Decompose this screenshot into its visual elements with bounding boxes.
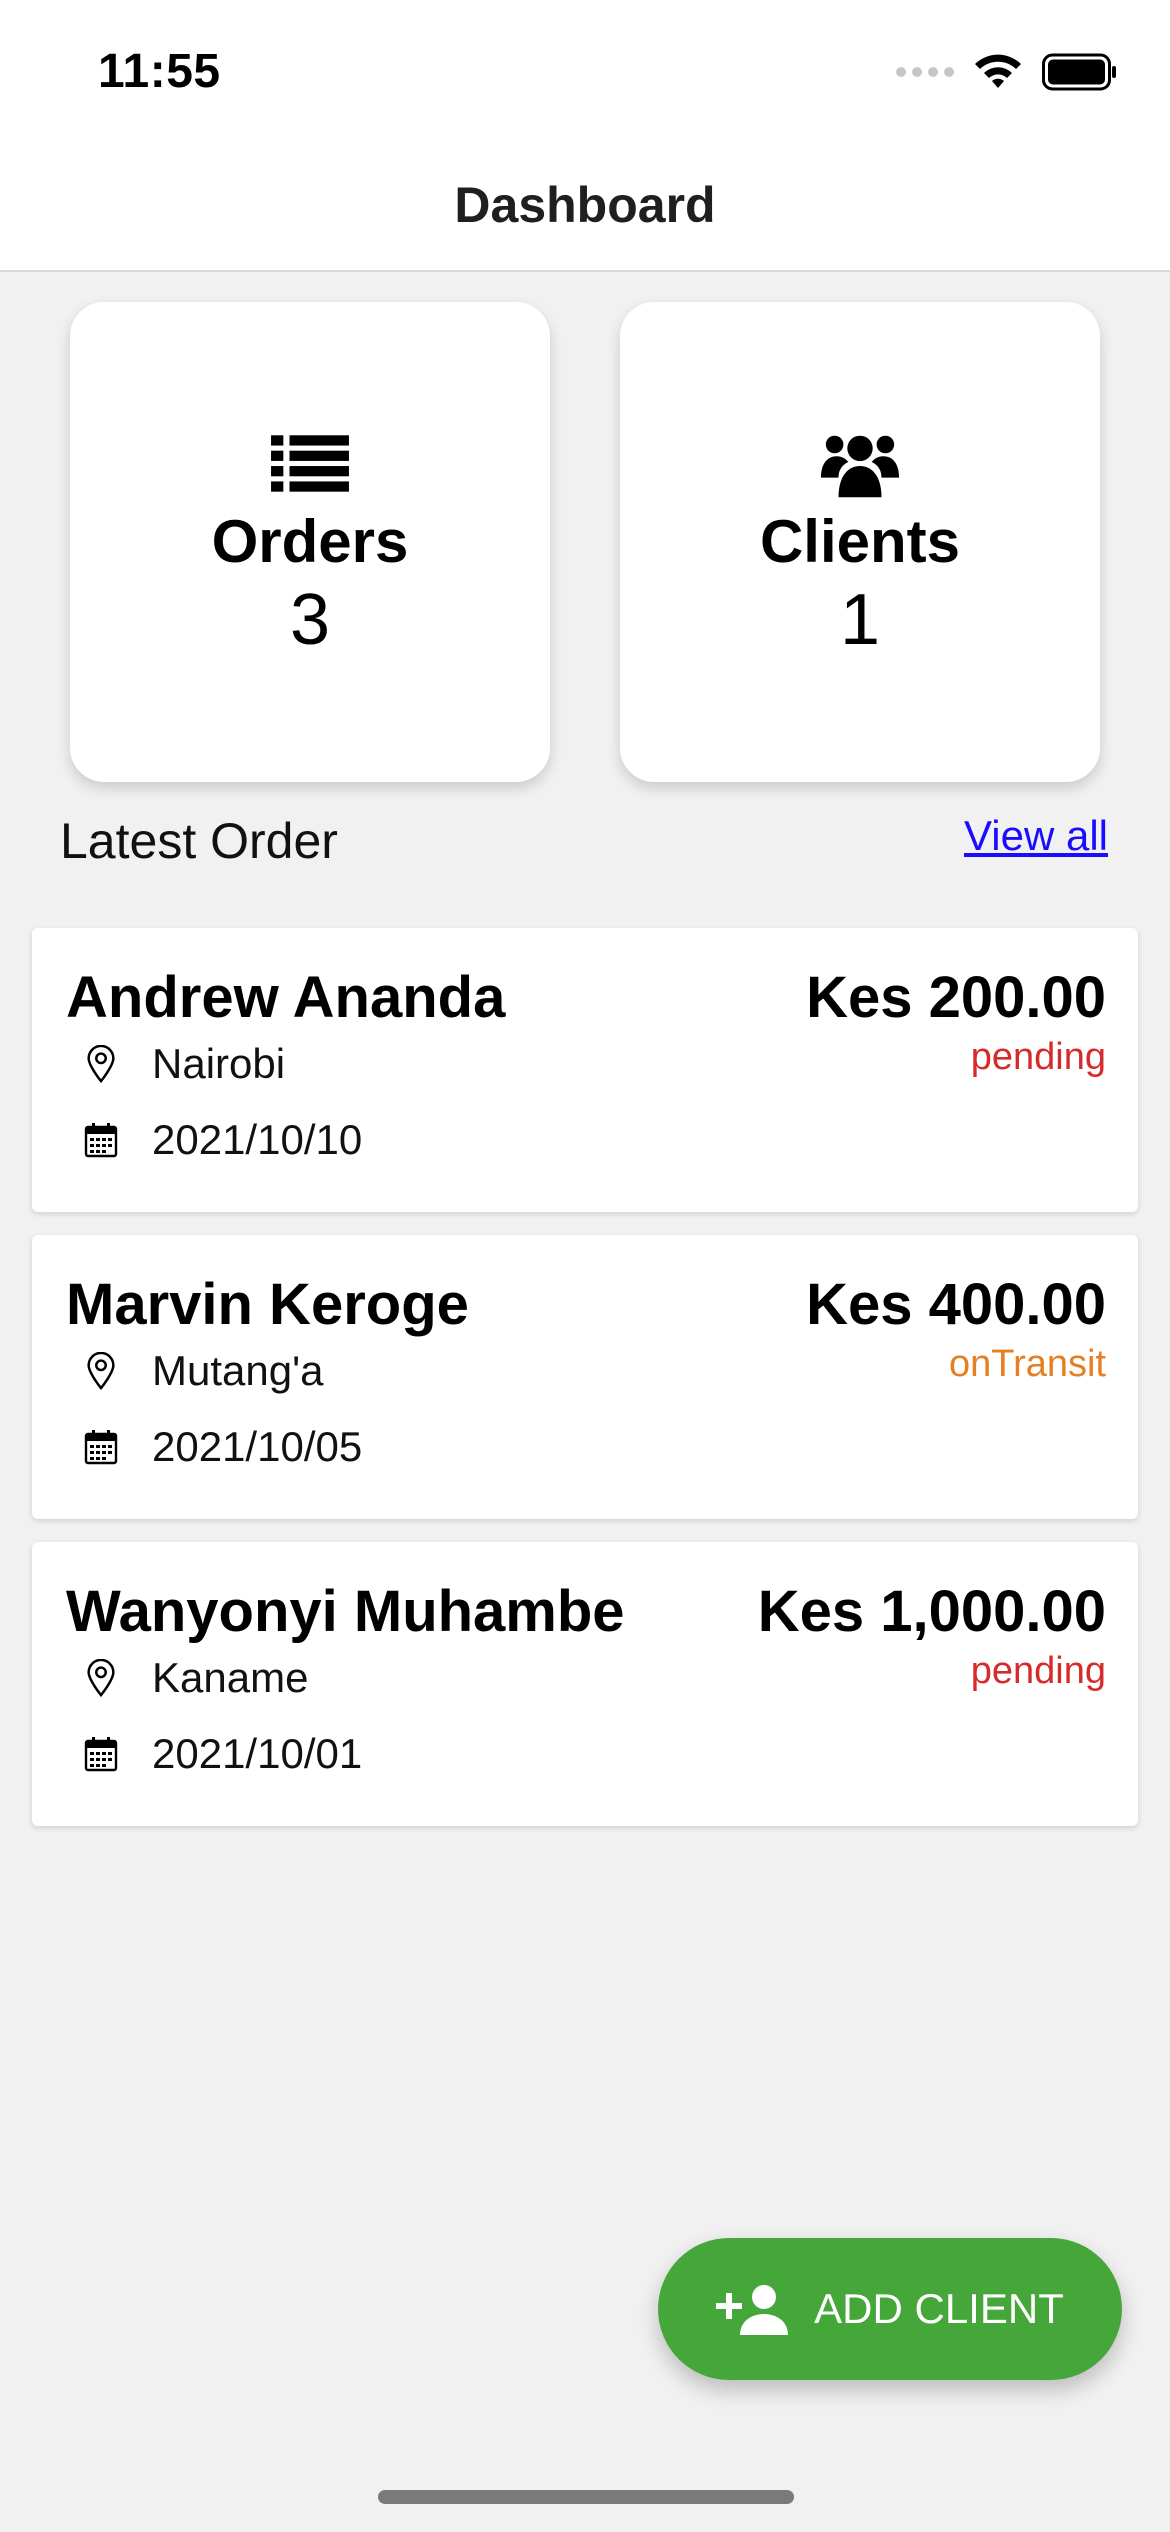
location-pin-icon: [87, 1045, 115, 1083]
page-title: Dashboard: [454, 177, 716, 233]
list-icon: [271, 435, 349, 493]
order-location: Kaname: [152, 1654, 309, 1701]
order-date-row: 2021/10/05: [84, 1423, 362, 1471]
order-location-row: Nairobi: [84, 1040, 285, 1088]
order-amount: Kes 400.00: [806, 1272, 1106, 1337]
add-client-button[interactable]: ADD CLIENT: [658, 2238, 1122, 2380]
order-location: Mutang'a: [152, 1347, 324, 1394]
users-icon: [820, 436, 900, 498]
clients-stat-card[interactable]: Clients 1: [620, 302, 1100, 782]
order-date-row: 2021/10/10: [84, 1116, 362, 1164]
orders-label: Orders: [211, 508, 409, 576]
calendar-icon: [84, 1737, 118, 1772]
order-date: 2021/10/05: [152, 1423, 363, 1470]
order-client-name: Andrew Ananda: [66, 965, 506, 1030]
add-client-label: ADD CLIENT: [814, 2285, 1064, 2332]
latest-order-heading: Latest Order: [60, 813, 338, 869]
order-date-row: 2021/10/01: [84, 1730, 362, 1778]
order-location-row: Kaname: [84, 1654, 308, 1702]
order-card[interactable]: Andrew Ananda Kes 200.00 pending Nairobi: [32, 928, 1138, 1212]
orders-stat-card[interactable]: Orders 3: [70, 302, 550, 782]
order-amount: Kes 1,000.00: [757, 1579, 1106, 1644]
order-date: 2021/10/10: [152, 1116, 363, 1163]
order-status: onTransit: [949, 1343, 1106, 1385]
clients-count: 1: [839, 580, 881, 661]
status-icons: [896, 52, 1118, 92]
clients-label: Clients: [759, 508, 961, 576]
signal-icon: [896, 67, 954, 77]
view-all-link[interactable]: View all: [964, 812, 1108, 860]
wifi-icon: [975, 54, 1021, 88]
calendar-icon: [84, 1123, 118, 1158]
order-client-name: Wanyonyi Muhambe: [66, 1579, 625, 1644]
location-pin-icon: [87, 1659, 115, 1697]
order-client-name: Marvin Keroge: [66, 1272, 469, 1337]
order-location: Nairobi: [152, 1040, 286, 1087]
dashboard-screen: 11:55 Dashboard Orders 3 Clients 1 Lates…: [0, 0, 1170, 2532]
orders-count: 3: [289, 580, 331, 661]
add-person-icon: [716, 2285, 789, 2335]
battery-icon: [1042, 53, 1116, 91]
order-status: pending: [970, 1036, 1106, 1078]
order-location-row: Mutang'a: [84, 1347, 323, 1395]
status-time: 11:55: [98, 45, 221, 98]
order-card[interactable]: Marvin Keroge Kes 400.00 onTransit Mutan…: [32, 1235, 1138, 1519]
calendar-icon: [84, 1430, 118, 1465]
order-status: pending: [970, 1650, 1106, 1692]
order-amount: Kes 200.00: [806, 965, 1106, 1030]
order-date: 2021/10/01: [152, 1730, 363, 1777]
top-bar: 11:55 Dashboard: [0, 0, 1170, 272]
order-card[interactable]: Wanyonyi Muhambe Kes 1,000.00 pending Ka…: [32, 1542, 1138, 1826]
home-indicator: [378, 2490, 794, 2504]
location-pin-icon: [87, 1352, 115, 1390]
